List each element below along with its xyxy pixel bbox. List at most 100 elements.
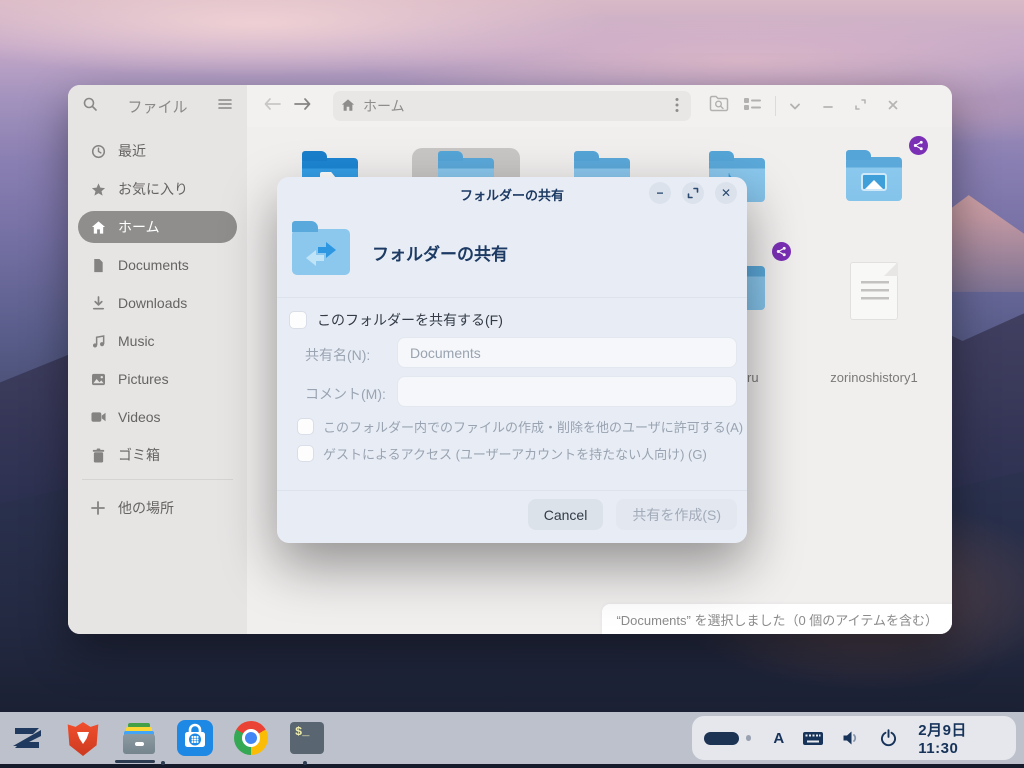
keyboard-icon[interactable] (802, 731, 824, 746)
sidebar-item-music[interactable]: Music (78, 325, 237, 357)
video-camera-icon (90, 409, 106, 425)
close-icon[interactable] (887, 98, 899, 114)
sidebar-header: ファイル (68, 85, 247, 127)
allow-create-delete-checkbox[interactable] (297, 418, 314, 435)
close-icon[interactable]: ✕ (715, 182, 737, 204)
share-folder-checkbox-label[interactable]: このフォルダーを共有する(F) (317, 310, 503, 330)
power-icon[interactable] (879, 729, 898, 748)
clock-icon (90, 143, 106, 159)
minimize-icon[interactable]: − (649, 182, 671, 204)
document-file-icon[interactable] (850, 262, 898, 320)
battery-indicator (704, 732, 739, 745)
view-options-caret-icon[interactable] (790, 97, 800, 115)
sidebar-item-label: お気に入り (118, 179, 188, 199)
home-icon (341, 98, 355, 115)
sidebar-item-label: 他の場所 (118, 498, 174, 518)
sidebar-item-other-locations[interactable]: 他の場所 (78, 492, 237, 524)
sidebar-item-recent[interactable]: 最近 (78, 135, 237, 167)
document-icon (90, 257, 106, 273)
terminal-app-icon[interactable]: $_ (288, 719, 326, 757)
path-bar[interactable]: ホーム (333, 91, 691, 121)
system-tray[interactable]: A 2月9日 11:30 (692, 716, 1016, 760)
sidebar-items: 最近 お気に入り ホーム Documents Downloads Music (68, 127, 247, 538)
allow-create-delete-label: このフォルダー内でのファイルの作成・削除を他のユーザに許可する(A) (323, 417, 743, 436)
back-arrow-icon[interactable] (257, 97, 287, 115)
window-controls (822, 98, 899, 114)
zorin-menu-icon[interactable] (8, 719, 46, 757)
image-icon (90, 371, 106, 387)
sidebar-item-downloads[interactable]: Downloads (78, 287, 237, 319)
guest-access-row: ゲストによるアクセス (ユーザーアカウントを持たない人向け) (G) (297, 444, 707, 463)
sidebar-item-documents[interactable]: Documents (78, 249, 237, 281)
folder-sharing-dialog: フォルダーの共有 − ✕ フォルダーの共有 このフォルダーを共有する(F) 共有… (277, 177, 747, 543)
search-icon[interactable] (82, 96, 98, 117)
sidebar: ファイル 最近 お気に入り ホーム Documents (68, 85, 247, 634)
sidebar-item-label: Music (118, 333, 155, 349)
guest-access-checkbox[interactable] (297, 445, 314, 462)
cancel-button[interactable]: Cancel (528, 499, 604, 530)
dialog-divider (277, 297, 747, 298)
text-lines (861, 281, 889, 305)
share-name-input[interactable] (397, 337, 737, 368)
ime-indicator[interactable]: A (773, 730, 784, 747)
sidebar-item-videos[interactable]: Videos (78, 401, 237, 433)
clock[interactable]: 2月9日 11:30 (918, 719, 1004, 757)
sidebar-item-label: Downloads (118, 295, 187, 311)
dock: $_ (8, 719, 326, 757)
chrome-browser-icon[interactable] (232, 719, 270, 757)
share-emblem-icon (909, 136, 928, 155)
sidebar-item-label: Documents (118, 257, 189, 273)
volume-icon[interactable] (842, 730, 861, 746)
software-store-icon[interactable] (176, 719, 214, 757)
sidebar-item-label: Pictures (118, 371, 169, 387)
dialog-title: フォルダーの共有 (460, 185, 564, 204)
dialog-footer-divider (277, 490, 747, 491)
file-label-fragment: ru (747, 370, 759, 385)
comment-label: コメント(M): (305, 384, 386, 404)
plus-icon (90, 500, 106, 516)
maximize-icon[interactable] (854, 98, 867, 114)
sidebar-item-trash[interactable]: ゴミ箱 (78, 439, 237, 471)
sidebar-item-pictures[interactable]: Pictures (78, 363, 237, 395)
active-app-indicator (115, 760, 155, 763)
guest-access-label: ゲストによるアクセス (ユーザーアカウントを持たない人向け) (G) (323, 444, 707, 463)
minimize-icon[interactable] (822, 98, 834, 114)
dialog-footer: Cancel 共有を作成(S) (528, 499, 737, 530)
create-share-button[interactable]: 共有を作成(S) (616, 499, 737, 530)
download-icon (90, 295, 106, 311)
dialog-window-controls: − ✕ (649, 182, 737, 204)
trash-icon (90, 447, 106, 463)
files-app-icon[interactable] (120, 719, 158, 757)
brave-browser-icon[interactable] (64, 719, 102, 757)
terminal-glyph: $_ (290, 722, 324, 754)
sidebar-item-home[interactable]: ホーム (78, 211, 237, 243)
running-app-dot (161, 761, 165, 765)
status-toast: “Documents” を選択しました（0 個のアイテムを含む） (602, 604, 952, 634)
comment-input[interactable] (397, 376, 737, 407)
kebab-menu-icon[interactable] (671, 97, 683, 116)
share-folder-row: このフォルダーを共有する(F) (289, 310, 503, 330)
music-note-icon (90, 333, 106, 349)
share-emblem-icon (772, 242, 791, 261)
shared-folder-icon (292, 229, 350, 275)
current-location-label: ホーム (363, 96, 663, 116)
folder-icon-pictures[interactable] (846, 157, 902, 201)
forward-arrow-icon[interactable] (287, 97, 317, 115)
sidebar-separator (82, 479, 233, 480)
file-label-document[interactable]: zorinoshistory1 (806, 370, 942, 385)
toolbar: ホーム (247, 85, 952, 127)
toolbar-icons (709, 95, 800, 117)
sidebar-item-favorites[interactable]: お気に入り (78, 173, 237, 205)
taskbar: $_ A 2月9日 11:30 (0, 712, 1024, 764)
share-name-label: 共有名(N): (305, 345, 370, 365)
maximize-icon[interactable] (682, 182, 704, 204)
running-app-dot (303, 761, 307, 765)
tray-dot (746, 735, 752, 741)
share-folder-checkbox[interactable] (289, 311, 307, 329)
toolbar-divider (775, 96, 776, 116)
image-emblem (861, 173, 887, 191)
hamburger-menu-icon[interactable] (217, 97, 233, 116)
search-in-folder-icon[interactable] (709, 95, 729, 117)
view-toggle-icon[interactable] (743, 97, 761, 116)
dialog-heading: フォルダーの共有 (372, 240, 508, 265)
